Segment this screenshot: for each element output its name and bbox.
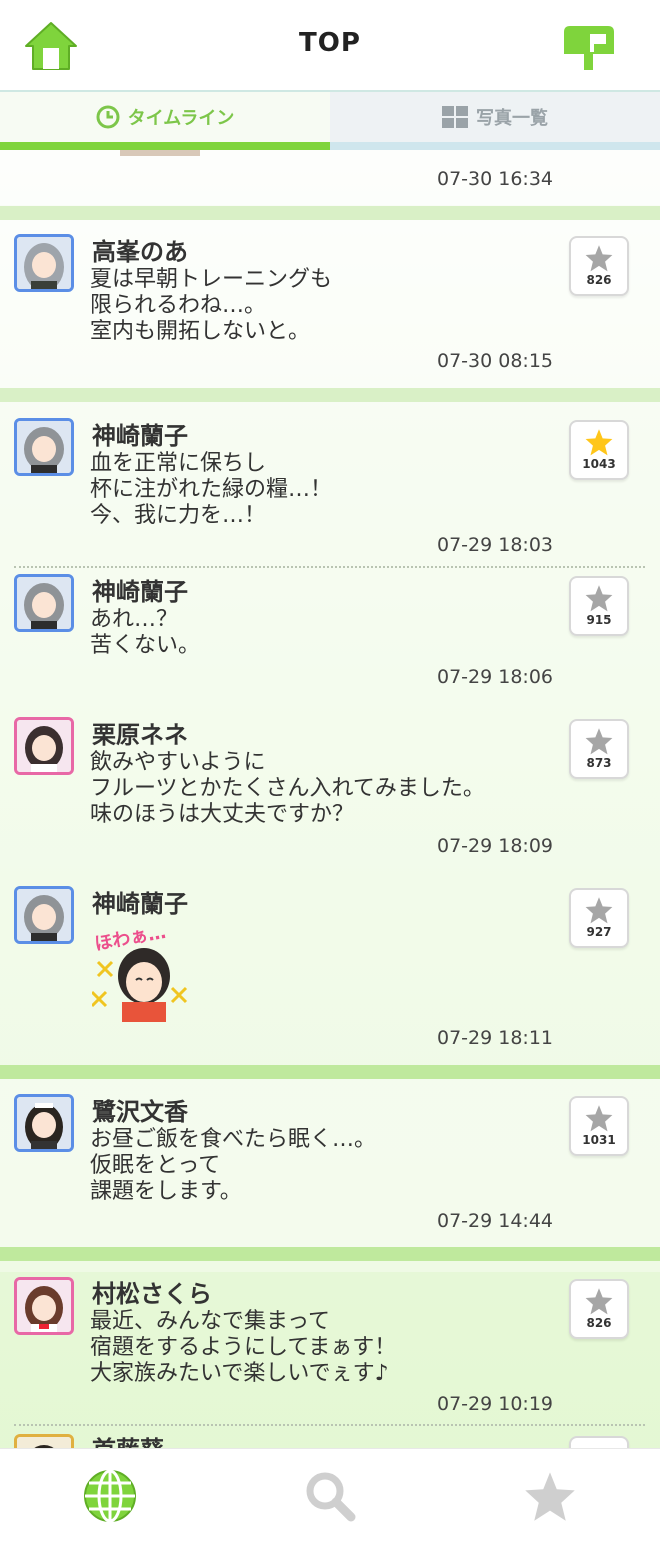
post-image-fragment: [120, 150, 200, 156]
post-message: 血を正常に保ちし 杯に注がれた緑の糧…！ 今、我に力を…！: [90, 451, 333, 528]
like-count: 873: [586, 756, 612, 770]
mailbox-icon[interactable]: [560, 22, 618, 72]
like-button[interactable]: 915: [569, 576, 629, 636]
post-separator: [0, 1065, 660, 1079]
star-icon: [585, 245, 613, 272]
sticker-image: ほわぁ…: [90, 922, 192, 1022]
post-time: 07-29 18:06: [437, 666, 554, 688]
tab-photos-label: 写真一覧: [476, 108, 548, 129]
avatar[interactable]: [14, 717, 74, 775]
like-count: 1043: [582, 457, 616, 471]
avatar[interactable]: [14, 1094, 74, 1152]
post-author: 首藤葵: [92, 1430, 164, 1448]
star-icon: [585, 897, 613, 924]
star-icon: [585, 1288, 613, 1315]
post-message: 最近、みんなで集まって 宿題をするようにしてまぁす！ 大家族みたいで楽しいでぇす…: [90, 1309, 397, 1386]
post-separator: [0, 206, 660, 220]
post-author: 鷺沢文香: [92, 1098, 188, 1126]
post-message: 飲みやすいように フルーツとかたくさん入れてみました。 味のほうは大丈夫ですか？: [90, 750, 485, 827]
like-count: 826: [586, 1316, 612, 1330]
grid-icon: [442, 106, 468, 128]
post-message: あれ…？ 苦くない。: [90, 607, 201, 658]
like-button[interactable]: 1043: [569, 420, 629, 480]
post-author: 神崎蘭子: [92, 422, 188, 450]
timeline-feed[interactable]: 07-30 16:34 高峯のあ 夏は早朝トレーニングも 限られるわね…。 室内…: [0, 150, 660, 1448]
like-button[interactable]: 1031: [569, 1096, 629, 1156]
post-author: 栗原ネネ: [92, 721, 188, 749]
avatar[interactable]: [14, 1277, 74, 1335]
star-icon: [585, 1105, 613, 1132]
tab-timeline-label: タイムライン: [127, 108, 235, 129]
tab-active-indicator: [0, 142, 330, 150]
clock-icon: [96, 105, 120, 129]
post-time: 07-29 18:09: [437, 835, 554, 857]
star-icon: [585, 728, 613, 755]
like-button[interactable]: 826: [569, 236, 629, 296]
post-author: 神崎蘭子: [92, 578, 188, 606]
like-count: 927: [586, 925, 612, 939]
like-count: 915: [586, 613, 612, 627]
top-bar: TOP: [0, 0, 660, 92]
post-card: [0, 150, 660, 205]
search-icon[interactable]: [303, 1469, 357, 1523]
tab-indicator-track: [0, 142, 660, 150]
post-author: 神崎蘭子: [92, 890, 188, 918]
avatar[interactable]: [14, 234, 74, 292]
post-message: 夏は早朝トレーニングも 限られるわね…。 室内も開拓しないと。: [90, 267, 333, 344]
like-count: 1031: [582, 1133, 616, 1147]
post-time: 07-29 14:44: [437, 1210, 554, 1232]
avatar[interactable]: [14, 1434, 74, 1448]
avatar[interactable]: [14, 574, 74, 632]
like-button[interactable]: 826: [569, 1279, 629, 1339]
globe-icon[interactable]: [83, 1469, 137, 1523]
post-divider: [14, 566, 645, 568]
bottom-nav: [0, 1448, 660, 1541]
post-divider: [14, 1424, 645, 1426]
post-time: 07-30 16:34: [437, 168, 554, 190]
like-button[interactable]: 927: [569, 888, 629, 948]
like-button[interactable]: [569, 1436, 629, 1448]
post-author: 高峯のあ: [92, 238, 188, 266]
tab-timeline[interactable]: タイムライン: [0, 92, 330, 142]
like-button[interactable]: 873: [569, 719, 629, 779]
post-time: 07-29 10:19: [437, 1393, 554, 1415]
avatar[interactable]: [14, 886, 74, 944]
post-time: 07-29 18:03: [437, 534, 554, 556]
post-author: 村松さくら: [92, 1280, 212, 1308]
avatar[interactable]: [14, 418, 74, 476]
star-icon: [585, 585, 613, 612]
star-icon[interactable]: [523, 1469, 577, 1523]
post-separator: [0, 1247, 660, 1261]
post-separator: [0, 388, 660, 402]
post-time: 07-30 08:15: [437, 350, 554, 372]
like-count: 826: [586, 273, 612, 287]
star-icon: [585, 429, 613, 456]
post-time: 07-29 18:11: [437, 1027, 554, 1049]
tab-bar: タイムライン 写真一覧: [0, 92, 660, 150]
tab-photos[interactable]: 写真一覧: [330, 92, 660, 142]
post-message: お昼ご飯を食べたら眠く…。 仮眠をとって 課題をします。: [90, 1127, 377, 1204]
